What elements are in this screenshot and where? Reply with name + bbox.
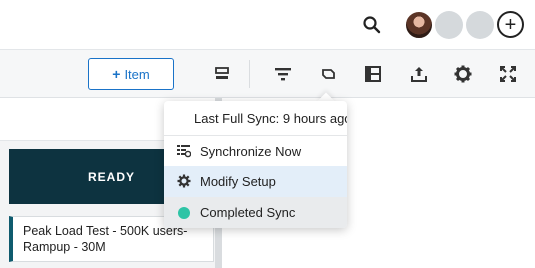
plus-circle-icon[interactable]: + bbox=[497, 11, 524, 38]
toolbar-divider bbox=[249, 60, 250, 88]
plus-icon: + bbox=[112, 66, 121, 82]
last-sync-text: Last Full Sync: 9 hours ago bbox=[164, 101, 347, 136]
sync-dropdown-menu: Last Full Sync: 9 hours ago Synchronize … bbox=[164, 101, 347, 228]
sync-icon[interactable] bbox=[318, 64, 338, 84]
user-avatar[interactable] bbox=[405, 11, 433, 39]
gear-icon bbox=[177, 174, 191, 188]
user-avatar-placeholder[interactable] bbox=[435, 11, 463, 39]
sync-list-icon bbox=[177, 145, 191, 158]
add-item-button[interactable]: + Item bbox=[88, 58, 174, 90]
layout-icon[interactable] bbox=[363, 64, 383, 84]
search-icon[interactable] bbox=[361, 14, 383, 36]
settings-icon[interactable] bbox=[453, 64, 473, 84]
columns-toggle-icon[interactable] bbox=[212, 64, 232, 84]
export-icon[interactable] bbox=[409, 64, 429, 84]
add-item-label: Item bbox=[124, 66, 150, 82]
sync-status-dot bbox=[178, 207, 190, 219]
synchronize-now-item[interactable]: Synchronize Now bbox=[164, 136, 347, 167]
board-toolbar: + Item bbox=[0, 50, 535, 98]
plus-glyph: + bbox=[504, 13, 517, 36]
completed-sync-item[interactable]: Completed Sync bbox=[164, 197, 347, 228]
completed-sync-label: Completed Sync bbox=[200, 205, 296, 220]
filter-icon[interactable] bbox=[273, 64, 293, 84]
fullscreen-icon[interactable] bbox=[498, 64, 518, 84]
modify-setup-item[interactable]: Modify Setup bbox=[164, 166, 347, 197]
top-header: + bbox=[0, 0, 535, 50]
modify-setup-label: Modify Setup bbox=[200, 174, 276, 189]
user-avatar-placeholder[interactable] bbox=[466, 11, 494, 39]
synchronize-now-label: Synchronize Now bbox=[200, 144, 302, 159]
